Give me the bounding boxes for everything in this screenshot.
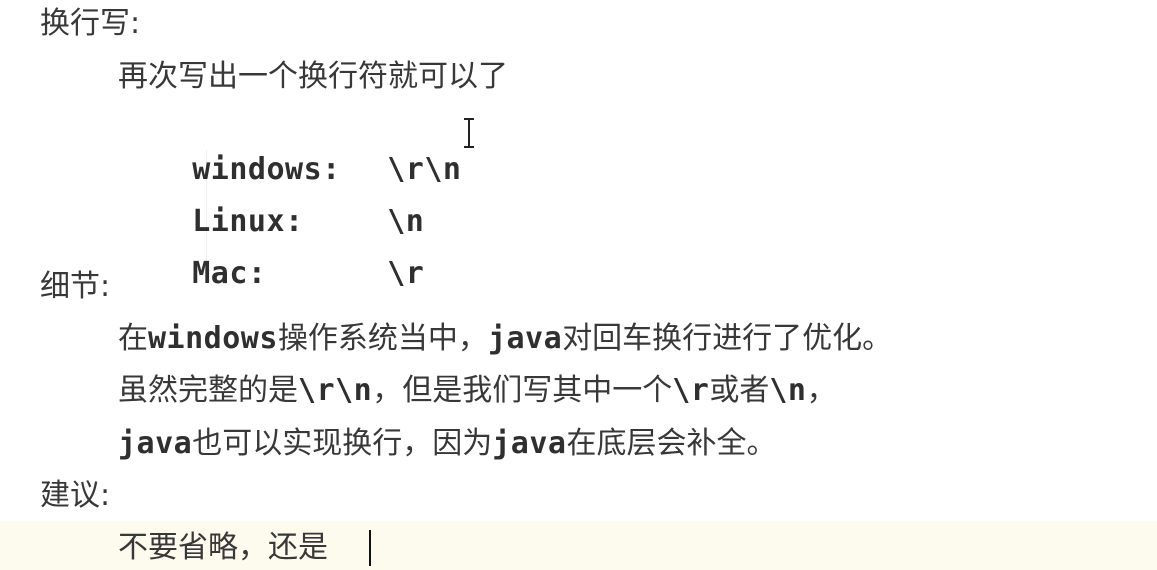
details-line-3-code-1: java	[118, 426, 193, 461]
details-line-3-part-2: 在底层会补全。	[566, 426, 777, 461]
details-line-2-part-2: ，但是我们写其中一个	[372, 373, 673, 408]
details-line-2-part-4: ，	[806, 373, 837, 408]
os-label-mac: Mac:	[192, 256, 267, 291]
details-line-2-part-1: 虽然完整的是	[118, 373, 298, 408]
heading-details: 细节:	[40, 269, 111, 304]
heading-newline: 换行写:	[40, 6, 141, 41]
text-editor[interactable]: 换行写: 再次写出一个换行符就可以了 windows: \r\n Linux: \n…	[0, 0, 1157, 570]
heading-suggestion: 建议:	[40, 478, 111, 513]
details-line-2-code-3: \n	[769, 373, 807, 408]
os-line-mac: Mac: \r	[118, 214, 424, 291]
os-value-mac: \r	[387, 256, 425, 291]
details-line-2: 虽然完整的是\r\n，但是我们写其中一个\r或者\n，	[118, 371, 837, 411]
os-line-linux: Linux: \n	[118, 162, 424, 239]
os-line-windows: windows: \r\n	[118, 110, 462, 187]
details-line-1-code-2: java	[487, 321, 563, 356]
details-line-2-part-3: 或者	[709, 373, 770, 408]
details-line-1: 在windows操作系统当中，java对回车换行进行了优化。	[118, 319, 892, 359]
details-line-2-code-1: \r\n	[298, 373, 373, 408]
details-line-2-code-2: \r	[672, 373, 710, 408]
details-line-3-code-2: java	[492, 426, 567, 461]
ibeam-cursor-icon	[464, 118, 474, 148]
newline-description: 再次写出一个换行符就可以了	[118, 59, 508, 94]
details-line-1-part-2: 操作系统当中，	[277, 321, 488, 356]
text-caret	[369, 530, 371, 566]
details-line-1-part-1: 在	[118, 321, 148, 356]
details-line-3: java也可以实现换行，因为java在底层会补全。	[118, 424, 777, 464]
suggestion-text: 不要省略，还是	[118, 530, 328, 565]
details-line-3-part-1: 也可以实现换行，因为	[192, 426, 493, 461]
details-line-1-part-3: 对回车换行进行了优化。	[562, 321, 893, 356]
details-line-1-code-1: windows	[148, 321, 278, 356]
